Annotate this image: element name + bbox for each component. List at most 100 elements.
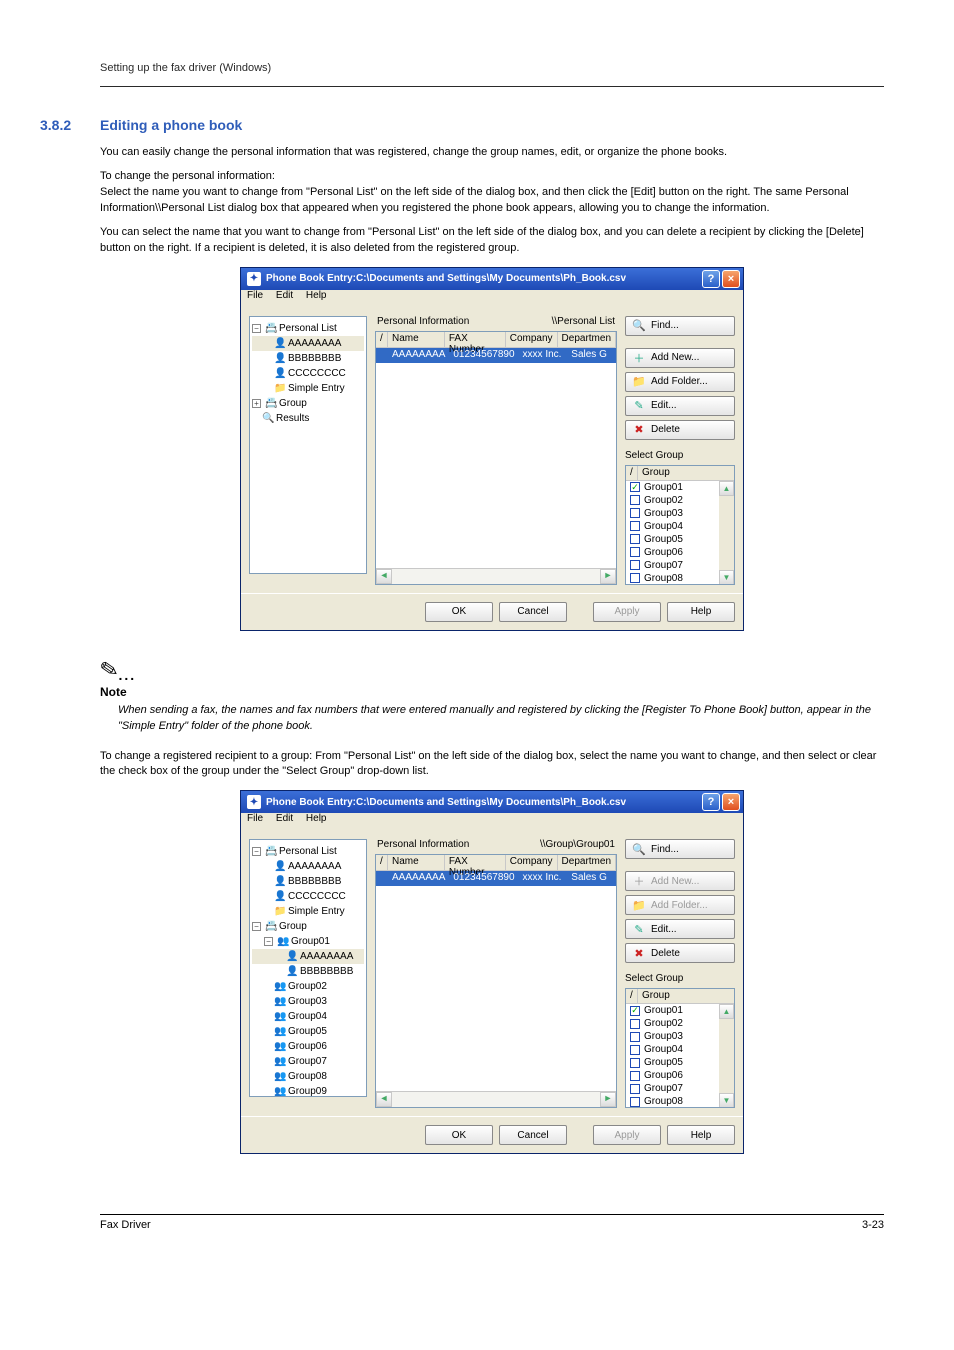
- tree-item[interactable]: Group05: [288, 1024, 327, 1039]
- menu-file[interactable]: File: [247, 813, 263, 824]
- scroll-down-icon[interactable]: ▼: [719, 1093, 734, 1108]
- menu-help[interactable]: Help: [306, 290, 327, 301]
- col-company[interactable]: Company: [506, 855, 558, 870]
- tree-personal-list[interactable]: Personal List: [279, 321, 337, 336]
- col-sort[interactable]: /: [376, 855, 388, 870]
- col-department[interactable]: Departmen: [558, 332, 616, 347]
- list-item[interactable]: Group04: [626, 520, 734, 533]
- checkbox-icon[interactable]: ✓: [630, 1006, 640, 1016]
- delete-button[interactable]: ✖Delete: [625, 943, 735, 963]
- tree-group[interactable]: Group: [279, 919, 307, 934]
- tree-item[interactable]: CCCCCCCC: [288, 889, 346, 904]
- checkbox-icon[interactable]: [630, 573, 640, 583]
- checkbox-icon[interactable]: [630, 495, 640, 505]
- list-item[interactable]: Group07: [626, 559, 734, 572]
- checkbox-icon[interactable]: [630, 508, 640, 518]
- tree-results[interactable]: Results: [276, 411, 309, 426]
- checkbox-icon[interactable]: [630, 1097, 640, 1107]
- list-item[interactable]: Group05: [626, 1056, 734, 1069]
- menu-file[interactable]: File: [247, 290, 263, 301]
- ok-button[interactable]: OK: [425, 1125, 493, 1145]
- scroll-right-icon[interactable]: ►: [600, 569, 616, 584]
- col-name[interactable]: Name: [388, 332, 445, 347]
- tree-item[interactable]: Group07: [288, 1054, 327, 1069]
- list-item[interactable]: Group02: [626, 494, 734, 507]
- list-item[interactable]: Group08: [626, 572, 734, 585]
- col-group[interactable]: Group: [638, 466, 734, 480]
- apply-button[interactable]: Apply: [593, 1125, 661, 1145]
- tree-item[interactable]: BBBBBBBB: [300, 964, 353, 979]
- checkbox-icon[interactable]: [630, 1084, 640, 1094]
- horizontal-scrollbar[interactable]: ◄ ►: [376, 568, 616, 584]
- recipient-grid[interactable]: / Name FAX Number Company Departmen AAAA…: [375, 331, 617, 585]
- help-icon[interactable]: ?: [702, 270, 720, 288]
- horizontal-scrollbar[interactable]: ◄ ►: [376, 1091, 616, 1107]
- col-sort[interactable]: /: [626, 466, 638, 480]
- help-button[interactable]: Help: [667, 602, 735, 622]
- menu-bar[interactable]: File Edit Help: [241, 813, 743, 831]
- checkbox-icon[interactable]: [630, 1019, 640, 1029]
- list-item[interactable]: Group03: [626, 1030, 734, 1043]
- list-item[interactable]: Group06: [626, 546, 734, 559]
- checkbox-icon[interactable]: [630, 1032, 640, 1042]
- menu-edit[interactable]: Edit: [276, 290, 293, 301]
- dialog-titlebar[interactable]: ✦ Phone Book Entry:C:\Documents and Sett…: [241, 791, 743, 813]
- close-icon[interactable]: ×: [722, 270, 740, 288]
- add-folder-button[interactable]: 📁Add Folder...: [625, 372, 735, 392]
- close-icon[interactable]: ×: [722, 793, 740, 811]
- checkbox-icon[interactable]: ✓: [630, 482, 640, 492]
- checkbox-icon[interactable]: [630, 1071, 640, 1081]
- help-icon[interactable]: ?: [702, 793, 720, 811]
- apply-button[interactable]: Apply: [593, 602, 661, 622]
- col-sort[interactable]: /: [626, 989, 638, 1003]
- list-item[interactable]: Group08: [626, 1095, 734, 1108]
- scroll-up-icon[interactable]: ▲: [719, 1004, 734, 1019]
- edit-button[interactable]: ✎Edit...: [625, 396, 735, 416]
- table-row[interactable]: AAAAAAAA 01234567890 xxxx Inc. Sales G: [376, 348, 616, 363]
- checkbox-icon[interactable]: [630, 547, 640, 557]
- tree-simple-entry[interactable]: Simple Entry: [288, 381, 345, 396]
- col-sort[interactable]: /: [376, 332, 388, 347]
- col-name[interactable]: Name: [388, 855, 445, 870]
- table-row[interactable]: AAAAAAAA 01234567890 xxxx Inc. Sales G: [376, 871, 616, 886]
- nav-tree[interactable]: −📇Personal List 👤AAAAAAAA 👤BBBBBBBB 👤CCC…: [249, 839, 367, 1097]
- tree-item[interactable]: Group08: [288, 1069, 327, 1084]
- menu-edit[interactable]: Edit: [276, 813, 293, 824]
- tree-group[interactable]: Group: [279, 396, 307, 411]
- cancel-button[interactable]: Cancel: [499, 1125, 567, 1145]
- col-fax[interactable]: FAX Number: [445, 855, 506, 870]
- menu-bar[interactable]: File Edit Help: [241, 290, 743, 308]
- tree-item[interactable]: Group09: [288, 1084, 327, 1097]
- tree-expand-icon[interactable]: +: [252, 399, 261, 408]
- scroll-left-icon[interactable]: ◄: [376, 1092, 392, 1107]
- tree-item[interactable]: Group06: [288, 1039, 327, 1054]
- scroll-left-icon[interactable]: ◄: [376, 569, 392, 584]
- select-group-list[interactable]: /Group ✓Group01 Group02 Group03 Group04 …: [625, 465, 735, 585]
- list-item[interactable]: Group04: [626, 1043, 734, 1056]
- col-company[interactable]: Company: [506, 332, 558, 347]
- col-fax[interactable]: FAX Number: [445, 332, 506, 347]
- tree-collapse-icon[interactable]: −: [252, 324, 261, 333]
- tree-item[interactable]: Group03: [288, 994, 327, 1009]
- col-department[interactable]: Departmen: [558, 855, 616, 870]
- list-item[interactable]: ✓Group01: [626, 481, 734, 494]
- edit-button[interactable]: ✎Edit...: [625, 919, 735, 939]
- cancel-button[interactable]: Cancel: [499, 602, 567, 622]
- checkbox-icon[interactable]: [630, 521, 640, 531]
- list-item[interactable]: Group07: [626, 1082, 734, 1095]
- tree-item[interactable]: AAAAAAAA: [288, 336, 341, 351]
- dialog-titlebar[interactable]: ✦ Phone Book Entry:C:\Documents and Sett…: [241, 268, 743, 290]
- delete-button[interactable]: ✖Delete: [625, 420, 735, 440]
- tree-item[interactable]: Group04: [288, 1009, 327, 1024]
- tree-collapse-icon[interactable]: −: [252, 922, 261, 931]
- tree-personal-list[interactable]: Personal List: [279, 844, 337, 859]
- vertical-scrollbar[interactable]: ▲▼: [719, 481, 734, 585]
- col-group[interactable]: Group: [638, 989, 734, 1003]
- tree-collapse-icon[interactable]: −: [252, 847, 261, 856]
- nav-tree[interactable]: −📇Personal List 👤AAAAAAAA 👤BBBBBBBB 👤CCC…: [249, 316, 367, 574]
- scroll-up-icon[interactable]: ▲: [719, 481, 734, 496]
- list-item[interactable]: Group03: [626, 507, 734, 520]
- recipient-grid[interactable]: / Name FAX Number Company Departmen AAAA…: [375, 854, 617, 1108]
- list-item[interactable]: Group05: [626, 533, 734, 546]
- checkbox-icon[interactable]: [630, 534, 640, 544]
